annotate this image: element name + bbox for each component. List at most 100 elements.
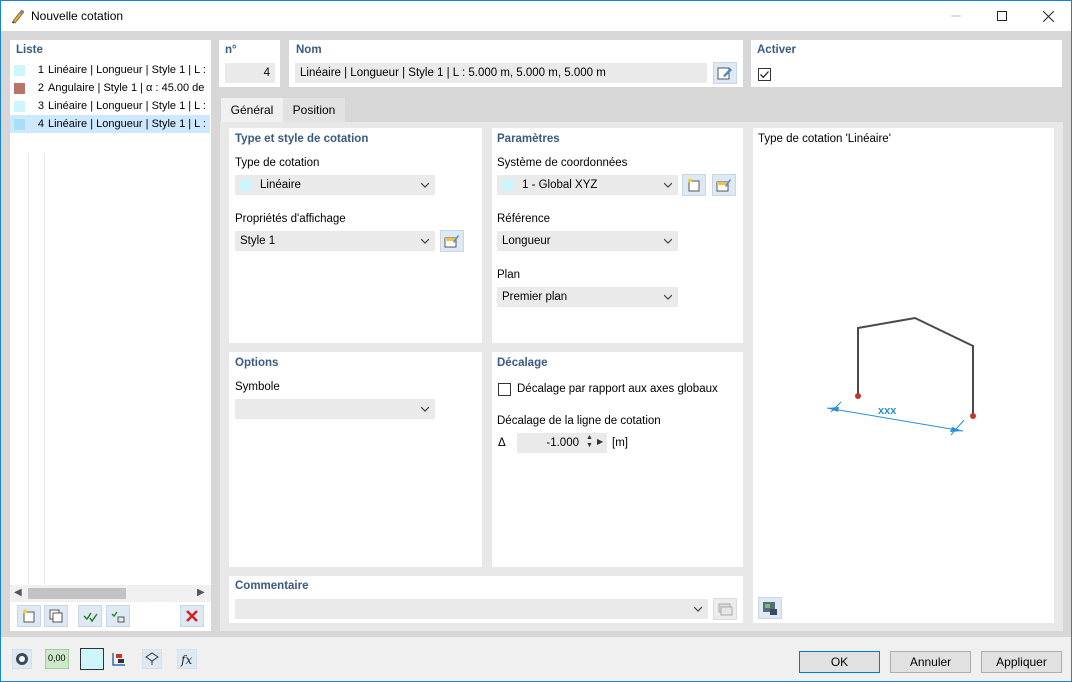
spin-updown-icon[interactable]: ▲ ▼ — [586, 434, 593, 450]
chevron-down-icon — [421, 406, 429, 412]
new-coordinate-system-button[interactable] — [682, 174, 706, 196]
dialog-client: Liste 1 Linéaire | Longueur | Style 1 | L… — [1, 31, 1071, 637]
coordinate-system-label: Système de coordonnées — [497, 157, 628, 169]
name-field[interactable]: Linéaire | Longueur | Style 1 | L : 5.00… — [295, 63, 707, 83]
number-field[interactable]: 4 — [225, 63, 275, 83]
offset-unit: [m] — [612, 437, 628, 449]
render-icon — [763, 602, 777, 615]
horizontal-scrollbar[interactable]: ◀ ▶ — [10, 585, 211, 602]
offset-header: Décalage — [497, 357, 548, 369]
symbol-label: Symbole — [235, 381, 280, 393]
line-offset-label: Décalage de la ligne de cotation — [497, 415, 661, 427]
new-item-button[interactable] — [17, 605, 41, 627]
type-style-panel: Type et style de cotation Type de cotati… — [229, 128, 482, 343]
activate-checkbox[interactable] — [758, 68, 771, 81]
delete-icon — [186, 610, 198, 622]
maximize-button[interactable] — [979, 1, 1025, 31]
tab-position[interactable]: Position — [283, 98, 345, 122]
list-item[interactable]: 3 Linéaire | Longueur | Style 1 | L : — [10, 97, 210, 115]
check-all-button[interactable] — [78, 605, 102, 627]
list-item-color-swatch — [14, 64, 25, 76]
edit-icon — [717, 67, 732, 80]
activate-header: Activer — [757, 44, 796, 56]
edit-style-icon — [444, 235, 459, 248]
comment-select[interactable] — [235, 599, 708, 619]
search-help-icon — [12, 649, 32, 669]
ok-button[interactable]: OK — [799, 651, 880, 673]
svg-text:fx: fx — [180, 653, 192, 667]
scroll-right-icon[interactable]: ▶ — [197, 587, 205, 598]
new-item-icon — [688, 178, 700, 192]
list-item[interactable]: 1 Linéaire | Longueur | Style 1 | L : — [10, 61, 210, 79]
activate-panel: Activer — [751, 40, 1062, 87]
comment-library-icon — [718, 603, 733, 616]
preview-options-button[interactable] — [758, 597, 782, 619]
preview-panel: Type de cotation 'Linéaire' xxx — [753, 128, 1054, 623]
list-item-number: 1 — [37, 64, 44, 76]
copy-item-button[interactable] — [44, 605, 68, 627]
formula-button[interactable]: fx — [175, 648, 199, 670]
dialog-footer: 0,00 fx OK Annuler Appliquer — [1, 637, 1071, 681]
color-button[interactable] — [80, 648, 104, 670]
dimension-text: xxx — [878, 405, 897, 417]
list-item[interactable]: 4 Linéaire | Longueur | Style 1 | L : — [10, 115, 210, 133]
display-settings-button[interactable] — [107, 648, 131, 670]
uncheck-icon — [111, 611, 125, 623]
dialog-window: Nouvelle cotation Liste 1 Linéaire | Long… — [0, 0, 1072, 682]
list-item-color-swatch — [14, 82, 25, 94]
list-item[interactable]: 2 Angulaire | Style 1 | α : 45.00 de — [10, 79, 210, 97]
symbol-select[interactable] — [235, 399, 435, 419]
copy-icon — [49, 609, 63, 623]
plane-select[interactable]: Premier plan — [497, 287, 678, 307]
app-icon — [10, 8, 26, 27]
number-header: n° — [225, 44, 237, 56]
coordinate-color-swatch — [502, 179, 514, 191]
scroll-left-icon[interactable]: ◀ — [14, 587, 22, 598]
node-dot — [855, 393, 861, 399]
type-style-header: Type et style de cotation — [235, 133, 369, 145]
window-title: Nouvelle cotation — [31, 9, 124, 23]
preview-title: Type de cotation 'Linéaire' — [758, 133, 891, 145]
minimize-button[interactable] — [933, 1, 979, 31]
coordinate-system-select[interactable]: 1 - Global XYZ — [497, 175, 678, 195]
line-offset-input[interactable]: -1.000 — [517, 433, 607, 453]
global-axes-checkbox[interactable] — [498, 383, 511, 396]
list-item-label: Angulaire | Style 1 | α : 45.00 de — [48, 82, 205, 94]
options-header: Options — [235, 357, 279, 369]
comment-library-button[interactable] — [713, 598, 737, 620]
scrollbar-thumb[interactable] — [28, 588, 126, 599]
edit-name-button[interactable] — [713, 62, 737, 84]
spin-right-icon[interactable]: ▶ — [597, 437, 603, 446]
cancel-button[interactable]: Annuler — [890, 651, 971, 673]
apply-button[interactable]: Appliquer — [981, 651, 1062, 673]
name-header: Nom — [296, 44, 322, 56]
chevron-down-icon — [421, 182, 429, 188]
list-box[interactable]: 1 Linéaire | Longueur | Style 1 | L : 2 Ang… — [10, 61, 211, 601]
tree-guide — [44, 153, 45, 593]
parameters-panel: Paramètres Système de coordonnées 1 - Gl… — [492, 128, 743, 343]
options-panel: Options Symbole — [229, 352, 482, 567]
type-select[interactable]: Linéaire — [235, 175, 435, 195]
display-properties-select[interactable]: Style 1 — [235, 231, 435, 251]
uncheck-button[interactable] — [106, 605, 130, 627]
tree-guide — [28, 153, 29, 593]
delta-symbol: Δ — [498, 437, 506, 449]
reference-select[interactable]: Longueur — [497, 231, 678, 251]
chevron-down-icon — [664, 238, 672, 244]
view-button[interactable] — [140, 648, 164, 670]
chevron-down-icon — [694, 606, 702, 612]
minimize-icon — [951, 15, 961, 17]
global-axes-label: Décalage par rapport aux axes globaux — [517, 383, 718, 395]
reference-label: Référence — [497, 213, 551, 225]
close-button[interactable] — [1025, 1, 1071, 31]
chevron-down-icon — [664, 294, 672, 300]
edit-display-properties-button[interactable] — [440, 230, 464, 252]
units-button[interactable]: 0,00 — [45, 648, 69, 670]
tab-general[interactable]: Général — [221, 98, 283, 122]
delete-item-button[interactable] — [180, 605, 204, 627]
help-button[interactable] — [10, 648, 34, 670]
edit-coordinate-system-button[interactable] — [712, 174, 736, 196]
maximize-icon — [997, 11, 1007, 21]
list-panel: Liste 1 Linéaire | Longueur | Style 1 | L… — [10, 40, 211, 631]
comment-header: Commentaire — [235, 580, 309, 592]
